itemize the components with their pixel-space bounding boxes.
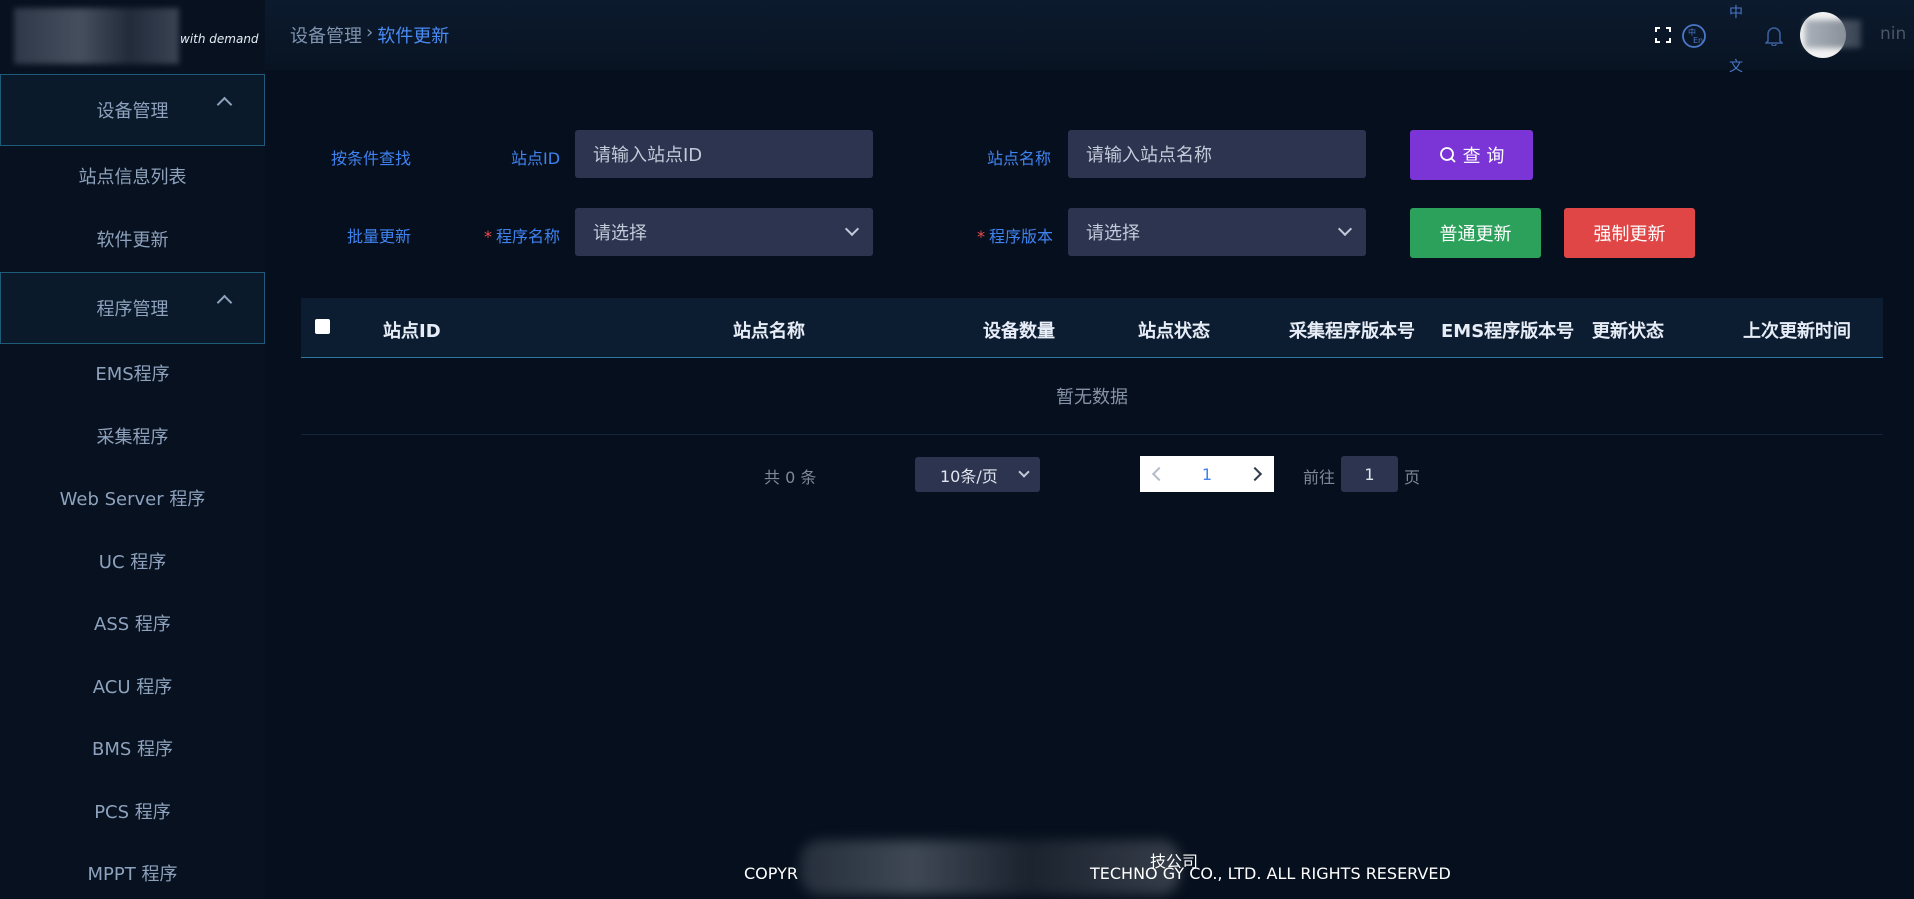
column-header-update-status[interactable]: 更新状态	[1592, 317, 1664, 343]
program-name-select[interactable]: 请选择	[575, 208, 873, 256]
chevron-down-icon	[1018, 466, 1030, 478]
sidebar-item-label: BMS 程序	[91, 739, 174, 760]
svg-text:En: En	[1693, 36, 1703, 45]
batch-section-label: 批量更新	[347, 227, 412, 246]
program-name-label: * 程序名称	[484, 223, 560, 247]
sidebar-item-label: ACU 程序	[92, 677, 173, 698]
force-update-button[interactable]: 强制更新	[1564, 208, 1695, 258]
pager: 1	[1140, 456, 1274, 492]
sidebar-item-label: Web Server 程序	[59, 489, 206, 510]
chevron-up-icon	[216, 96, 233, 113]
language-switch-bottom[interactable]: 文	[1729, 56, 1743, 76]
program-version-label: * 程序版本	[977, 223, 1053, 247]
logo-image	[14, 8, 179, 64]
page-size-select[interactable]: 10条/页	[915, 457, 1040, 492]
chevron-right-icon[interactable]	[1247, 466, 1263, 482]
bell-icon[interactable]	[1765, 26, 1783, 46]
site-name-placeholder: 请输入站点名称	[1086, 145, 1212, 166]
sidebar-item-label: UC 程序	[98, 552, 167, 573]
program-name-value: 请选择	[593, 223, 647, 244]
required-mark: *	[484, 227, 492, 246]
normal-update-button[interactable]: 普通更新	[1410, 208, 1541, 258]
sidebar-item-bms[interactable]: BMS 程序	[0, 728, 265, 768]
breadcrumb-item[interactable]: 设备管理	[290, 22, 362, 48]
table-empty-state: 暂无数据	[301, 358, 1883, 435]
site-id-placeholder: 请输入站点ID	[593, 145, 703, 166]
sidebar-item-label: 采集程序	[96, 427, 169, 448]
footer-copyright-end: TECHNO GY CO., LTD. ALL RIGHTS RESERVED	[1090, 864, 1451, 883]
program-name-label-text: 程序名称	[496, 227, 561, 246]
sidebar-item-software-update[interactable]: 软件更新	[0, 219, 265, 259]
column-header-ems-version[interactable]: EMS程序版本号	[1441, 317, 1574, 343]
chevron-down-icon	[844, 221, 860, 237]
sidebar-group-program-management[interactable]: 程序管理	[0, 272, 265, 344]
goto-suffix: 页	[1404, 468, 1421, 487]
sidebar-item-mppt[interactable]: MPPT 程序	[0, 853, 265, 893]
sidebar-item-ass[interactable]: ASS 程序	[0, 603, 265, 643]
sidebar-item-label: MPPT 程序	[87, 864, 178, 885]
breadcrumb: 设备管理 › 软件更新	[290, 22, 449, 48]
select-all-checkbox[interactable]	[315, 319, 330, 334]
column-header-device-count[interactable]: 设备数量	[983, 317, 1055, 343]
fullscreen-icon[interactable]	[1655, 27, 1671, 43]
logo: with demand	[0, 0, 265, 74]
chevron-up-icon	[216, 294, 233, 311]
user-name[interactable]: nin	[1880, 24, 1906, 44]
chevron-down-icon	[1337, 221, 1353, 237]
sidebar-group-label: 程序管理	[96, 299, 169, 320]
sidebar-item-label: 软件更新	[96, 230, 169, 251]
sidebar-item-acu[interactable]: ACU 程序	[0, 666, 265, 706]
user-name-blur	[1805, 20, 1861, 48]
sidebar-item-site-list[interactable]: 站点信息列表	[0, 156, 265, 196]
required-mark: *	[977, 227, 985, 246]
footer-copyright-start: COPYR	[744, 864, 798, 883]
site-name-input[interactable]: 请输入站点名称	[1068, 130, 1366, 178]
site-name-label: 站点名称	[987, 149, 1052, 168]
language-switch-top[interactable]: 中	[1729, 2, 1743, 22]
program-version-label-text: 程序版本	[989, 227, 1054, 246]
sidebar-item-pcs[interactable]: PCS 程序	[0, 791, 265, 831]
sidebar-item-ems[interactable]: EMS程序	[0, 353, 265, 393]
breadcrumb-current: 软件更新	[377, 26, 450, 47]
column-header-site-status[interactable]: 站点状态	[1138, 317, 1210, 343]
query-button-label: 查 询	[1462, 146, 1505, 167]
translate-icon[interactable]: 中 En	[1681, 23, 1707, 49]
sidebar-item-collection[interactable]: 采集程序	[0, 416, 265, 456]
column-header-collection-version[interactable]: 采集程序版本号	[1289, 317, 1415, 343]
sidebar-group-label: 设备管理	[96, 101, 169, 122]
column-header-site-id[interactable]: 站点ID	[383, 317, 441, 343]
query-button[interactable]: 查 询	[1410, 130, 1533, 180]
site-id-input[interactable]: 请输入站点ID	[575, 130, 873, 178]
goto-prefix: 前往	[1303, 468, 1336, 487]
sidebar-item-label: PCS 程序	[94, 802, 171, 823]
site-id-label: 站点ID	[511, 149, 561, 168]
sidebar-item-webserver[interactable]: Web Server 程序	[0, 478, 265, 518]
sidebar-item-label: EMS程序	[95, 364, 170, 385]
program-version-value: 请选择	[1086, 223, 1140, 244]
sidebar-item-uc[interactable]: UC 程序	[0, 541, 265, 581]
breadcrumb-separator: ›	[366, 22, 374, 43]
column-header-last-update[interactable]: 上次更新时间	[1743, 317, 1851, 343]
logo-slogan: with demand	[180, 32, 259, 46]
sidebar: with demand 设备管理 站点信息列表 软件更新 程序管理 EMS程序 …	[0, 0, 265, 899]
goto-page-input[interactable]: 1	[1341, 456, 1398, 492]
search-section-label: 按条件查找	[331, 149, 412, 168]
column-header-site-name[interactable]: 站点名称	[733, 317, 805, 343]
sidebar-item-label: ASS 程序	[94, 614, 171, 635]
sidebar-group-device-management[interactable]: 设备管理	[0, 74, 265, 146]
page-number[interactable]: 1	[1202, 465, 1212, 484]
search-icon	[1439, 147, 1456, 163]
chevron-left-icon[interactable]	[1151, 466, 1167, 482]
pagination-total: 共 0 条	[764, 468, 817, 487]
program-version-select[interactable]: 请选择	[1068, 208, 1366, 256]
sidebar-item-label: 站点信息列表	[78, 167, 187, 188]
page-size-value: 10条/页	[940, 466, 998, 486]
